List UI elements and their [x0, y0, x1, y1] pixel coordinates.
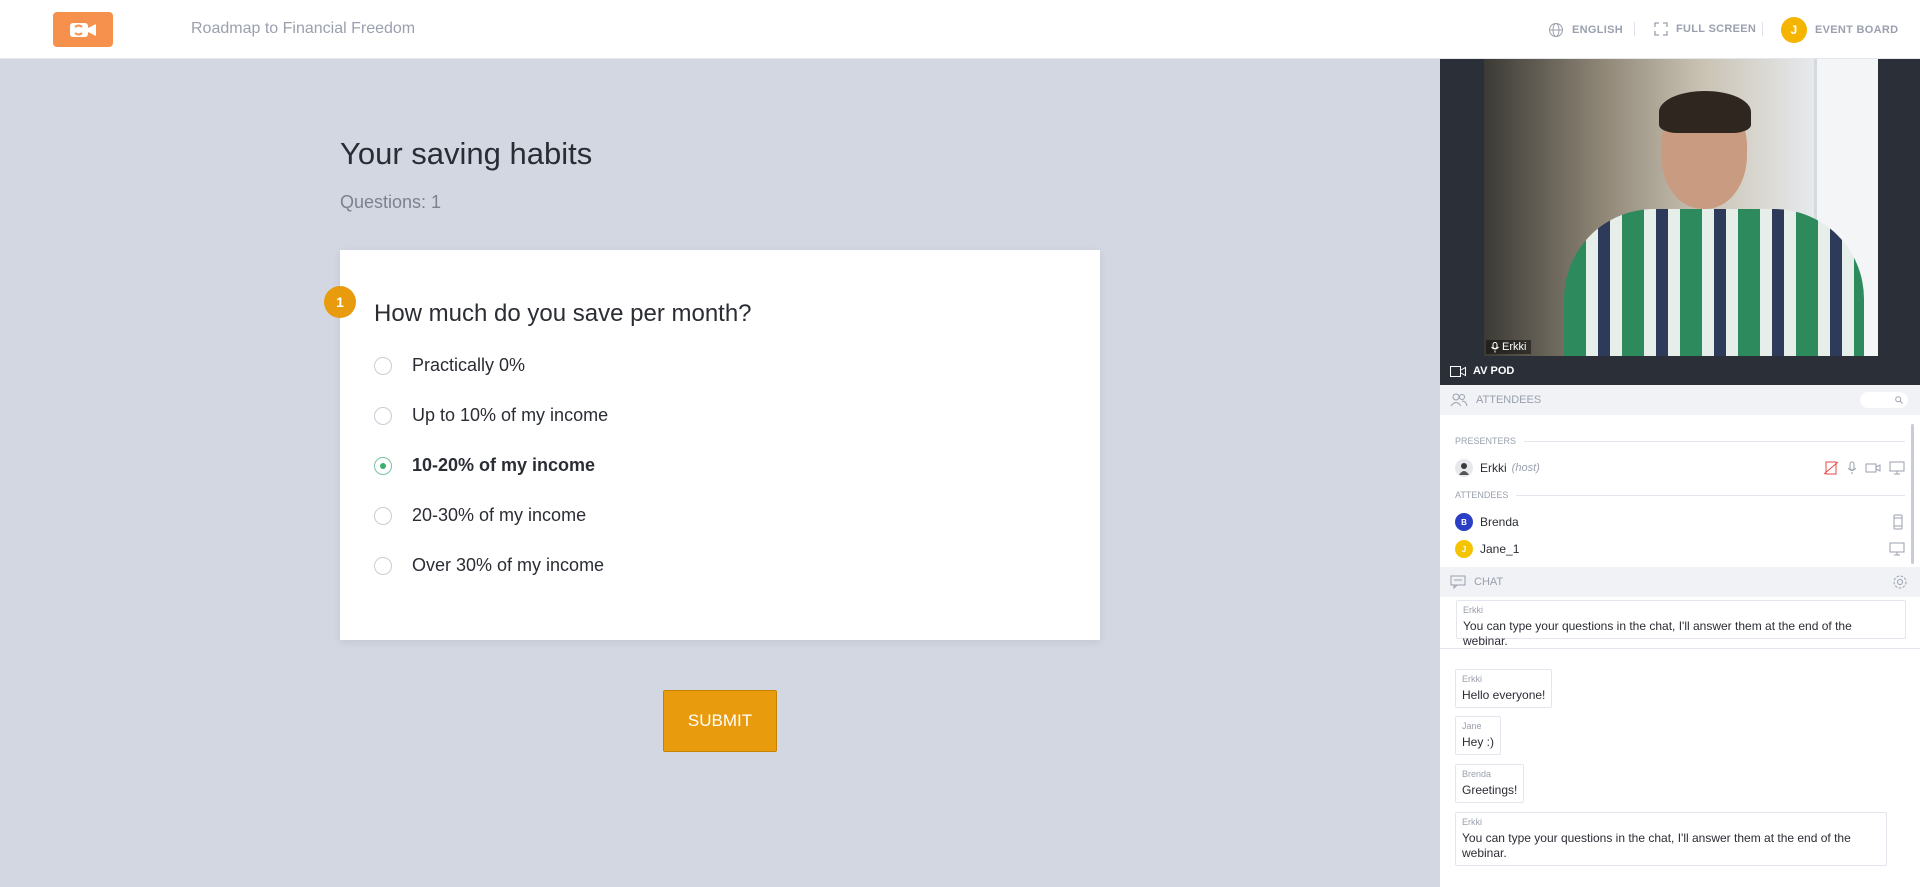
- presenter-controls: [1823, 461, 1905, 475]
- event-board-label: EVENT BOARD: [1815, 24, 1899, 36]
- attendee-search-input[interactable]: [1860, 392, 1908, 408]
- attendee-controls: [1889, 542, 1905, 556]
- answer-option-selected[interactable]: 10-20% of my income: [374, 455, 595, 476]
- person-icon: [1459, 463, 1469, 475]
- attendees-group-label: ATTENDEES: [1455, 490, 1905, 500]
- attendees-title: ATTENDEES: [1476, 394, 1542, 406]
- message-author: Brenda: [1462, 769, 1492, 779]
- option-label: Practically 0%: [412, 355, 526, 375]
- attendee-row[interactable]: J Jane_1: [1455, 539, 1905, 559]
- attendee-name: Brenda: [1480, 515, 1519, 529]
- logo[interactable]: [53, 12, 113, 47]
- speaker-name-tag: Erkki: [1486, 340, 1532, 354]
- presenters-label: PRESENTERS: [1455, 436, 1517, 446]
- presenter-row[interactable]: Erkki (host): [1455, 458, 1905, 478]
- option-label: Over 30% of my income: [412, 555, 605, 575]
- pinned-message: Erkki You can type your questions in the…: [1456, 600, 1906, 648]
- camera-icon[interactable]: [1865, 462, 1881, 474]
- answer-option[interactable]: Practically 0%: [374, 355, 525, 376]
- message-author: Erkki: [1462, 674, 1482, 684]
- settings-gear-icon[interactable]: [1892, 574, 1908, 590]
- message-text: Hello everyone!: [1462, 688, 1546, 702]
- event-board-button[interactable]: J EVENT BOARD: [1781, 17, 1898, 43]
- side-panel: Erkki AV POD ATTENDEES PRESENTERS Erkki …: [1440, 59, 1920, 887]
- attendees-header[interactable]: ATTENDEES: [1440, 385, 1920, 415]
- attendee-avatar: J: [1455, 540, 1473, 558]
- answer-option[interactable]: Up to 10% of my income: [374, 405, 608, 426]
- av-pod: Erkki AV POD: [1440, 59, 1920, 385]
- event-title: Roadmap to Financial Freedom: [191, 20, 416, 37]
- chat-message: Erkki Hello everyone!: [1455, 669, 1553, 708]
- message-author: Jane: [1462, 721, 1482, 731]
- speaker-video[interactable]: [1484, 59, 1878, 356]
- chat-title: CHAT: [1474, 576, 1504, 588]
- question-number-badge: 1: [324, 286, 356, 318]
- radio-button[interactable]: [374, 356, 392, 375]
- radio-button-selected[interactable]: [374, 456, 392, 475]
- presenter-role: (host): [1511, 462, 1540, 474]
- user-avatar: J: [1781, 17, 1807, 43]
- speaker-hair: [1659, 91, 1751, 133]
- screen-share-icon[interactable]: [1889, 461, 1905, 475]
- divider: [1762, 22, 1763, 36]
- video-camera-icon: [1450, 365, 1466, 377]
- message-text: Greetings!: [1462, 783, 1518, 797]
- answer-option[interactable]: 20-30% of my income: [374, 505, 586, 526]
- av-pod-label: AV POD: [1450, 365, 1514, 377]
- hand-off-icon[interactable]: [1823, 461, 1839, 475]
- attendee-row[interactable]: B Brenda: [1455, 512, 1905, 532]
- top-header: Roadmap to Financial Freedom ENGLISH FUL…: [0, 0, 1920, 59]
- radio-button[interactable]: [374, 406, 392, 425]
- submit-button[interactable]: SUBMIT: [663, 690, 777, 752]
- quiz-title: Your saving habits: [340, 136, 593, 171]
- microphone-icon[interactable]: [1847, 461, 1857, 475]
- chat-message: Erkki You can type your questions in the…: [1455, 812, 1887, 866]
- message-author: Erkki: [1463, 605, 1483, 615]
- questions-count: Questions: 1: [340, 192, 442, 212]
- message-author: Erkki: [1462, 817, 1482, 827]
- radio-button[interactable]: [374, 506, 392, 525]
- fullscreen-button[interactable]: FULL SCREEN: [1654, 22, 1756, 36]
- chat-header[interactable]: CHAT: [1440, 567, 1920, 597]
- radio-button[interactable]: [374, 556, 392, 575]
- microphone-icon: [1491, 341, 1499, 352]
- message-text: You can type your questions in the chat,…: [1463, 619, 1852, 648]
- host-avatar: [1455, 459, 1473, 477]
- video-camera-logo-icon: [70, 22, 96, 37]
- language-selector[interactable]: ENGLISH: [1548, 22, 1623, 38]
- chat-message: Brenda Greetings!: [1455, 764, 1525, 803]
- question-text: How much do you save per month?: [374, 300, 752, 327]
- desktop-icon: [1889, 542, 1905, 556]
- attendee-scrollbar[interactable]: [1911, 424, 1914, 564]
- presenter-name: Erkki: [1480, 461, 1507, 475]
- speaker-name: Erkki: [1502, 341, 1527, 353]
- attendee-name: Jane_1: [1480, 542, 1520, 556]
- answer-option[interactable]: Over 30% of my income: [374, 555, 604, 576]
- fullscreen-label: FULL SCREEN: [1676, 23, 1757, 35]
- attendee-controls: [1891, 514, 1905, 530]
- mobile-device-icon: [1893, 514, 1903, 530]
- option-label: 10-20% of my income: [412, 455, 596, 475]
- attendee-avatar: B: [1455, 513, 1473, 531]
- divider: [1440, 648, 1920, 649]
- option-label: Up to 10% of my income: [412, 405, 609, 425]
- chat-message: Jane Hey :): [1455, 716, 1502, 755]
- attendees-label: ATTENDEES: [1455, 490, 1509, 500]
- speaker-shirt: [1564, 209, 1864, 356]
- users-icon: [1450, 393, 1468, 407]
- language-label: ENGLISH: [1572, 24, 1623, 36]
- expand-icon: [1654, 22, 1668, 36]
- search-icon: [1895, 396, 1903, 404]
- chat-icon: [1450, 575, 1466, 589]
- divider: [1634, 22, 1635, 36]
- globe-icon: [1549, 23, 1563, 37]
- message-text: You can type your questions in the chat,…: [1462, 831, 1851, 860]
- presenters-group-label: PRESENTERS: [1455, 436, 1905, 446]
- av-pod-text: AV POD: [1473, 365, 1515, 377]
- message-text: Hey :): [1462, 735, 1495, 749]
- option-label: 20-30% of my income: [412, 505, 587, 525]
